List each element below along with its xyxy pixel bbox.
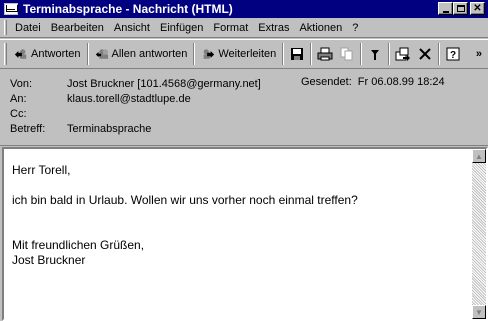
toolbar: Antworten Allen antworten Weiterleiten ?…	[0, 39, 488, 69]
reply-icon	[14, 49, 27, 59]
minimize-button[interactable]	[438, 2, 453, 15]
body-line: ich bin bald in Urlaub. Wollen wir uns v…	[12, 193, 358, 207]
reply-button[interactable]: Antworten	[10, 43, 85, 65]
delete-button[interactable]	[414, 43, 436, 65]
from-label: Von:	[10, 77, 33, 90]
to-row: An: klaus.torell@stadtlupe.de	[10, 91, 488, 106]
arrow-up-icon: ▲	[475, 151, 483, 161]
toolbar-separator	[388, 43, 391, 65]
vertical-scrollbar[interactable]: ▲ ▼	[472, 149, 486, 319]
greeting-line: Herr Torell,	[12, 163, 71, 177]
cc-row: Cc:	[10, 106, 488, 121]
svg-text:?: ?	[450, 50, 456, 61]
message-header: Von: Jost Bruckner [101.4568@germany.net…	[0, 70, 488, 146]
menu-bar: Datei Bearbeiten Ansicht Einfügen Format…	[0, 18, 488, 38]
message-body[interactable]: Herr Torell, ich bin bald in Urlaub. Wol…	[2, 147, 488, 321]
toolbar-separator	[310, 43, 313, 65]
save-button[interactable]	[286, 43, 308, 65]
copy-button[interactable]	[336, 43, 358, 65]
subject-value: Terminabsprache	[67, 122, 152, 135]
toolbar-separator	[193, 43, 196, 65]
message-text: Herr Torell, ich bin bald in Urlaub. Wol…	[12, 163, 358, 268]
from-value: Jost Bruckner [101.4568@germany.net]	[67, 77, 261, 90]
menu-help[interactable]: ?	[347, 22, 363, 34]
scroll-down-button[interactable]: ▼	[472, 305, 486, 319]
sent-label: Gesendet:	[301, 76, 352, 88]
title-bar: Terminabsprache - Nachricht (HTML) ✕	[0, 0, 488, 18]
reply-all-icon	[95, 49, 108, 59]
menu-einfuegen[interactable]: Einfügen	[155, 22, 208, 34]
signature-line: Jost Bruckner	[12, 253, 86, 267]
menu-format[interactable]: Format	[208, 22, 253, 34]
close-icon: ✕	[473, 2, 482, 14]
forward-button[interactable]: Weiterleiten	[197, 43, 280, 65]
forward-icon	[203, 49, 215, 59]
cc-label: Cc:	[10, 107, 27, 120]
minimize-icon	[442, 10, 449, 13]
subject-row: Betreff: Terminabsprache	[10, 121, 488, 136]
toolbar-overflow-icon[interactable]: »	[476, 48, 482, 60]
window-title: Terminabsprache - Nachricht (HTML)	[23, 2, 233, 16]
maximize-icon	[456, 5, 465, 12]
menu-ansicht[interactable]: Ansicht	[109, 22, 155, 34]
subject-label: Betreff:	[10, 122, 46, 135]
menu-extras[interactable]: Extras	[253, 22, 294, 34]
menu-aktionen[interactable]: Aktionen	[294, 22, 347, 34]
delete-x-icon	[419, 48, 431, 60]
toolbar-separator	[86, 43, 89, 65]
sent-value: Fr 06.08.99 18:24	[357, 76, 445, 88]
menu-datei[interactable]: Datei	[10, 22, 46, 34]
help-icon: ?	[446, 47, 460, 61]
toolbar-separator	[360, 43, 363, 65]
floppy-disk-icon	[291, 48, 304, 60]
move-to-folder-icon	[395, 47, 411, 61]
flag-icon	[371, 50, 380, 60]
copy-icon	[340, 47, 353, 61]
toolbar-grip[interactable]	[4, 43, 7, 65]
window-controls: ✕	[438, 2, 485, 15]
mail-envelope-icon	[4, 3, 18, 15]
printer-icon	[317, 47, 333, 61]
to-label: An:	[10, 92, 27, 105]
move-to-folder-button[interactable]	[392, 43, 414, 65]
closing-line: Mit freundlichen Grüßen,	[12, 238, 145, 252]
reply-label: Antworten	[31, 48, 81, 60]
maximize-button[interactable]	[453, 2, 468, 15]
close-window-button[interactable]: ✕	[470, 2, 485, 15]
arrow-down-icon: ▼	[475, 307, 483, 317]
sent-row: Gesendet: Fr 06.08.99 18:24	[301, 76, 445, 88]
help-button[interactable]: ?	[442, 43, 464, 65]
reply-all-label: Allen antworten	[111, 48, 188, 60]
toolbar-separator	[282, 43, 285, 65]
print-button[interactable]	[314, 43, 336, 65]
forward-label: Weiterleiten	[218, 48, 277, 60]
reply-all-button[interactable]: Allen antworten	[91, 43, 192, 65]
toolbar-separator	[438, 43, 441, 65]
to-value: klaus.torell@stadtlupe.de	[67, 92, 191, 105]
flag-button[interactable]	[364, 43, 386, 65]
menu-bearbeiten[interactable]: Bearbeiten	[46, 22, 109, 34]
menu-grip[interactable]	[4, 20, 7, 35]
scroll-up-button[interactable]: ▲	[472, 149, 486, 163]
